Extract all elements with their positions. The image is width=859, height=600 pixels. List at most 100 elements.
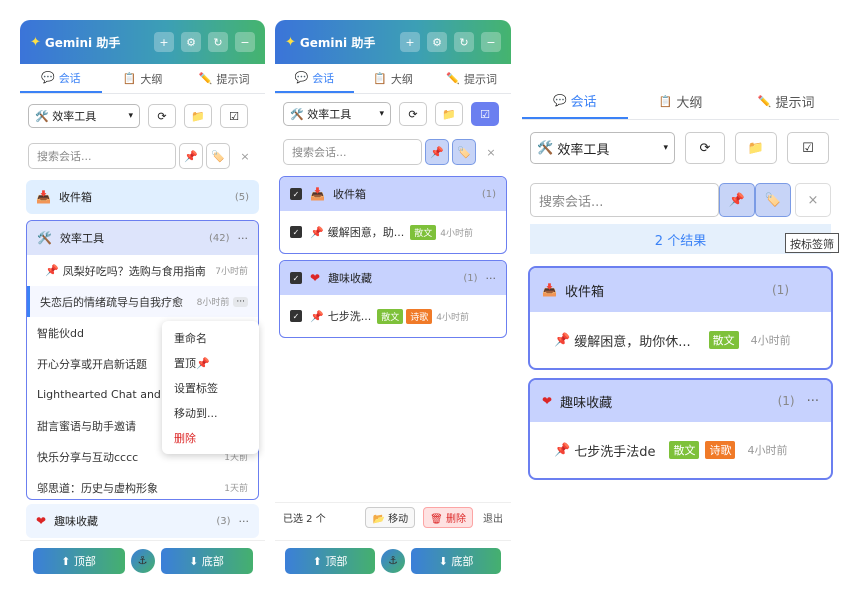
- anchor-button[interactable]: ⚓: [381, 548, 405, 573]
- menu-item-rename[interactable]: 重命名: [162, 325, 259, 350]
- clear-search-button[interactable]: ×: [795, 183, 831, 217]
- pin-filter-button[interactable]: 📌: [425, 139, 449, 165]
- tab-prompts[interactable]: ✏️ 提示词: [733, 84, 839, 119]
- folder-name: 趣味收藏: [54, 515, 99, 528]
- search-row: 搜索会话... 📌 🏷️ ×: [20, 138, 265, 174]
- group-select[interactable]: 🛠️ 效率工具 ▾: [530, 132, 675, 164]
- folder-header[interactable]: ❤ 趣味收藏 (1) ···: [530, 380, 831, 422]
- checkbox-checked[interactable]: ✓: [290, 310, 302, 322]
- search-input[interactable]: 搜索会话...: [530, 183, 719, 217]
- menu-item-pin[interactable]: 置顶📌: [162, 350, 259, 375]
- scroll-bottom-button[interactable]: ⬇ 底部: [160, 547, 253, 574]
- folder-inbox[interactable]: 📥 收件箱 (5): [26, 180, 259, 214]
- scroll-top-button[interactable]: ⬆ 顶部: [285, 547, 375, 574]
- scroll-top-button[interactable]: ⬆ 顶部: [32, 547, 125, 574]
- list-item[interactable]: ✓ 📌 缓解困意，助... 散文 4小时前: [280, 211, 506, 253]
- scroll-bottom-button[interactable]: ⬇ 底部: [411, 547, 501, 574]
- tab-outline[interactable]: 📋 大纲: [628, 84, 734, 119]
- list-item[interactable]: ✓ 📌 七步洗... 散文 诗歌 4小时前: [280, 295, 506, 337]
- list-item[interactable]: 📌 缓解困意，助你休... 散文 4小时前: [530, 312, 831, 368]
- add-button[interactable]: +: [154, 32, 174, 52]
- search-row: 搜索会话... 📌 🏷️ ×: [275, 134, 511, 170]
- search-input[interactable]: 搜索会话...: [283, 139, 422, 165]
- anchor-icon: ⚓: [388, 554, 398, 567]
- app-header: ✦ Gemini 助手 + ⚙ ↻ −: [275, 20, 511, 64]
- new-folder-button[interactable]: 📁: [735, 132, 777, 164]
- bottom-bar: ⬆ 顶部 ⚓ ⬇ 底部: [275, 540, 511, 580]
- group-select[interactable]: 🛠️ 效率工具 ▾: [283, 102, 391, 126]
- folder-more-button[interactable]: ···: [807, 394, 819, 409]
- batch-select-button[interactable]: ☑: [471, 102, 499, 126]
- search-input[interactable]: 搜索会话...: [28, 143, 176, 169]
- item-title: 缓解困意，助...: [327, 226, 405, 239]
- bottom-bar: ⬆ 顶部 ⚓ ⬇ 底部: [20, 540, 265, 580]
- tools-icon: 🛠️: [37, 231, 52, 245]
- search-row: 搜索会话... 📌 🏷️ ×: [522, 176, 839, 224]
- folder-more-button[interactable]: ···: [239, 515, 250, 528]
- folder-header[interactable]: 🛠️ 效率工具 (42) ···: [27, 221, 258, 255]
- list-item[interactable]: 邬思道：历史与虚构形象 1天前: [27, 472, 258, 499]
- settings-button[interactable]: ⚙: [427, 32, 447, 52]
- sync-button[interactable]: ⟳: [685, 132, 725, 164]
- settings-button[interactable]: ⚙: [181, 32, 201, 52]
- menu-item-delete[interactable]: 删除: [162, 425, 259, 450]
- menu-item-set-tags[interactable]: 设置标签: [162, 375, 259, 400]
- group-select-value: 效率工具: [557, 142, 610, 158]
- pin-filter-button[interactable]: 📌: [719, 183, 755, 217]
- chevron-down-icon: ▾: [128, 111, 133, 121]
- tag-filter-button[interactable]: 🏷️: [452, 139, 476, 165]
- exit-button[interactable]: 退出: [483, 510, 503, 525]
- list-item[interactable]: 📌 七步洗手法de 散文 诗歌 4小时前: [530, 422, 831, 478]
- sync-button[interactable]: ⟳: [399, 102, 427, 126]
- app-header: ✦ Gemini 助手 + ⚙ ↻ −: [20, 20, 265, 64]
- new-folder-button[interactable]: 📁: [184, 104, 212, 128]
- batch-select-button[interactable]: ☑: [220, 104, 248, 128]
- folder-icon: 📂: [372, 514, 385, 525]
- delete-button[interactable]: 🗑 删除: [423, 507, 473, 528]
- tab-prompts[interactable]: ✏️ 提示词: [183, 64, 265, 93]
- folder-more-button[interactable]: ···: [486, 272, 497, 285]
- pin-filter-button[interactable]: 📌: [179, 143, 203, 169]
- clipboard-icon: 📋: [122, 72, 137, 85]
- minimize-button[interactable]: −: [481, 32, 501, 52]
- list-item-active[interactable]: 失恋后的情绪疏导与自我疗愈 8小时前 ···: [27, 286, 258, 317]
- anchor-button[interactable]: ⚓: [130, 548, 155, 573]
- batch-select-button[interactable]: ☑: [787, 132, 829, 164]
- minimize-button[interactable]: −: [235, 32, 255, 52]
- folder-more-button[interactable]: ···: [238, 232, 249, 245]
- refresh-button[interactable]: ↻: [208, 32, 228, 52]
- menu-item-move[interactable]: 移动到...: [162, 400, 259, 425]
- tab-sessions[interactable]: 💬 会话: [275, 64, 354, 93]
- sync-button[interactable]: ⟳: [148, 104, 176, 128]
- clear-search-button[interactable]: ×: [233, 143, 257, 169]
- tab-outline[interactable]: 📋 大纲: [354, 64, 433, 93]
- panel-tag-filter: 💬 会话 📋 大纲 ✏️ 提示词 🛠️ 效率工具 ▾ ⟳ 📁 ☑ 搜索会话... 📌 🏷…: [522, 84, 839, 500]
- checkbox-checked[interactable]: ✓: [290, 226, 302, 238]
- item-time: 4小时前: [747, 444, 788, 457]
- tag-filter-button[interactable]: 🏷️: [755, 183, 791, 217]
- folder-fun[interactable]: ❤ 趣味收藏 (3) ···: [26, 504, 259, 538]
- tag-badge: 诗歌: [705, 441, 736, 459]
- tab-label: 大纲: [140, 72, 163, 86]
- checkbox-checked[interactable]: ✓: [290, 272, 302, 284]
- add-button[interactable]: +: [400, 32, 420, 52]
- checkbox-checked[interactable]: ✓: [290, 188, 302, 200]
- group-select[interactable]: 🛠️ 效率工具 ▾: [28, 104, 140, 128]
- tab-outline[interactable]: 📋 大纲: [102, 64, 184, 93]
- folder-name: 收件箱: [58, 191, 92, 204]
- list-item[interactable]: 📌 凤梨好吃吗？选购与食用指南 7小时前: [27, 255, 258, 286]
- folder-header[interactable]: 📥 收件箱 (1): [530, 268, 831, 312]
- folder-header[interactable]: ✓ ❤ 趣味收藏 (1) ···: [280, 261, 506, 295]
- clear-search-button[interactable]: ×: [479, 139, 503, 165]
- tab-prompts[interactable]: ✏️ 提示词: [432, 64, 511, 93]
- move-button[interactable]: 📂 移动: [365, 507, 416, 528]
- item-more-button[interactable]: ···: [233, 296, 248, 307]
- tab-sessions[interactable]: 💬 会话: [20, 64, 102, 93]
- folder-header[interactable]: ✓ 📥 收件箱 (1): [280, 177, 506, 211]
- new-folder-button[interactable]: 📁: [435, 102, 463, 126]
- refresh-button[interactable]: ↻: [454, 32, 474, 52]
- folder-count: (1): [481, 188, 496, 200]
- tag-filter-button[interactable]: 🏷️: [206, 143, 230, 169]
- pin-icon: 📌: [554, 332, 571, 348]
- tab-sessions[interactable]: 💬 会话: [522, 84, 628, 119]
